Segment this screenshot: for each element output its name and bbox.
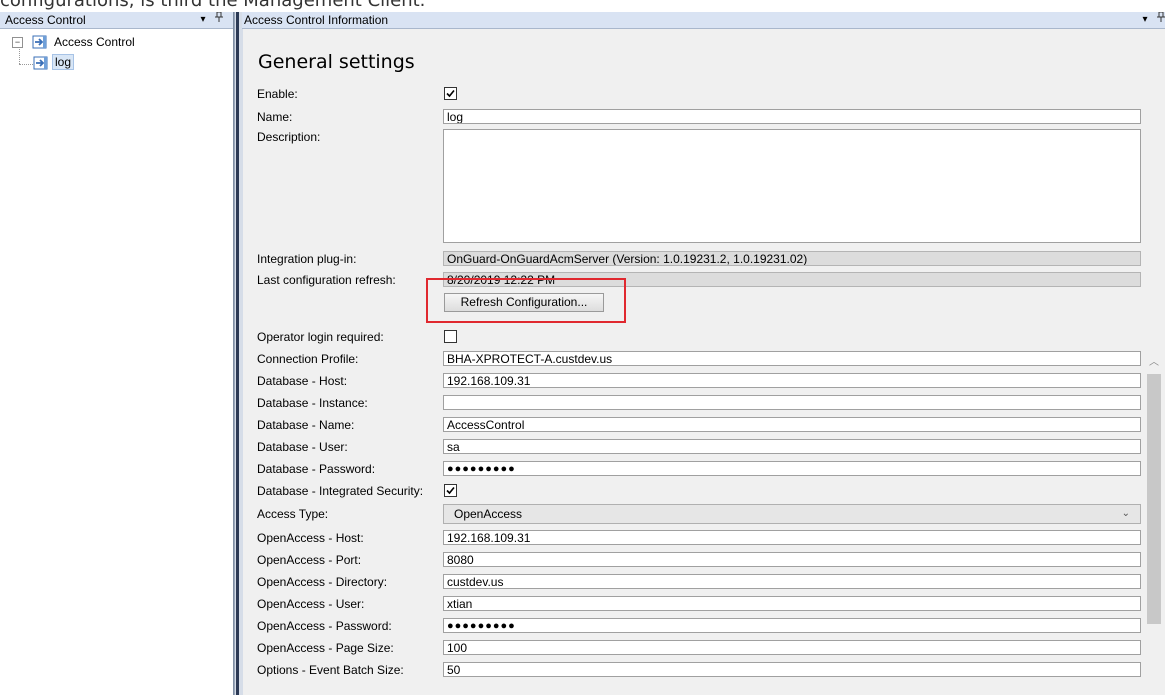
- description-label: Description:: [257, 130, 321, 144]
- enable-checkbox[interactable]: [444, 87, 457, 100]
- setting-field[interactable]: 100: [443, 640, 1141, 655]
- tree-node-label: Access Control: [54, 35, 135, 49]
- setting-label: Database - User:: [257, 440, 348, 454]
- setting-field[interactable]: custdev.us: [443, 574, 1141, 589]
- setting-label: Database - Integrated Security:: [257, 484, 424, 498]
- password-field[interactable]: ●●●●●●●●●: [443, 618, 1141, 633]
- setting-field[interactable]: 192.168.109.31: [443, 373, 1141, 388]
- setting-label: OpenAccess - Host:: [257, 531, 364, 545]
- setting-field[interactable]: 50: [443, 662, 1141, 677]
- enable-label: Enable:: [257, 87, 298, 101]
- setting-field[interactable]: 192.168.109.31: [443, 530, 1141, 545]
- navigation-pane: [0, 12, 234, 695]
- setting-label: OpenAccess - Page Size:: [257, 641, 394, 655]
- setting-label: OpenAccess - Port:: [257, 553, 362, 567]
- select-value: OpenAccess: [454, 507, 523, 521]
- name-field[interactable]: log: [443, 109, 1141, 124]
- chevron-down-icon[interactable]: ⌄: [1122, 505, 1130, 523]
- properties-panel: General settings Enable: Name: log Descr…: [243, 29, 1165, 695]
- password-field[interactable]: ●●●●●●●●●: [443, 461, 1141, 476]
- scroll-up-icon[interactable]: ︿: [1147, 353, 1161, 368]
- navigation-pane-title: Access Control: [5, 13, 86, 27]
- last-refresh-label: Last configuration refresh:: [257, 273, 396, 287]
- tree-node-label: log: [52, 54, 75, 70]
- collapse-icon[interactable]: −: [12, 37, 23, 48]
- setting-label: Database - Instance:: [257, 396, 368, 410]
- setting-label: OpenAccess - Directory:: [257, 575, 388, 589]
- setting-label: Database - Password:: [257, 462, 376, 476]
- setting-label: Database - Host:: [257, 374, 348, 388]
- setting-label: Options - Event Batch Size:: [257, 663, 404, 677]
- access-control-icon: [32, 35, 48, 49]
- access-type-select[interactable]: OpenAccess ⌄: [443, 504, 1141, 524]
- dropdown-icon[interactable]: ▾: [196, 12, 210, 28]
- setting-field[interactable]: AccessControl: [443, 417, 1141, 432]
- name-label: Name:: [257, 110, 293, 124]
- caption-text: configurations, is third the Management …: [0, 0, 426, 11]
- setting-field[interactable]: 8080: [443, 552, 1141, 567]
- plugin-field: OnGuard-OnGuardAcmServer (Version: 1.0.1…: [443, 251, 1141, 266]
- properties-pane-title: Access Control Information: [244, 13, 389, 27]
- pin-icon[interactable]: [1154, 11, 1165, 28]
- highlight-box: [426, 278, 626, 323]
- access-control-icon: [33, 56, 49, 70]
- setting-checkbox[interactable]: [444, 330, 457, 343]
- properties-pane-header: Access Control Information ▾: [242, 11, 1165, 29]
- pin-icon[interactable]: [212, 11, 226, 28]
- setting-field[interactable]: sa: [443, 439, 1141, 454]
- setting-field[interactable]: BHA-XPROTECT-A.custdev.us: [443, 351, 1141, 366]
- scrollbar-thumb[interactable]: [1147, 374, 1161, 624]
- setting-checkbox[interactable]: [444, 484, 457, 497]
- setting-label: Connection Profile:: [257, 352, 359, 366]
- dropdown-icon[interactable]: ▾: [1138, 12, 1152, 28]
- plugin-label: Integration plug-in:: [257, 252, 357, 266]
- setting-label: Operator login required:: [257, 330, 384, 344]
- setting-label: Access Type:: [257, 507, 329, 521]
- setting-field[interactable]: xtian: [443, 596, 1141, 611]
- setting-label: OpenAccess - User:: [257, 597, 365, 611]
- setting-label: Database - Name:: [257, 418, 355, 432]
- description-field[interactable]: [443, 129, 1141, 243]
- setting-field[interactable]: [443, 395, 1141, 410]
- navigation-pane-header: Access Control ▾: [0, 11, 233, 29]
- section-title: General settings: [258, 51, 415, 73]
- setting-label: OpenAccess - Password:: [257, 619, 392, 633]
